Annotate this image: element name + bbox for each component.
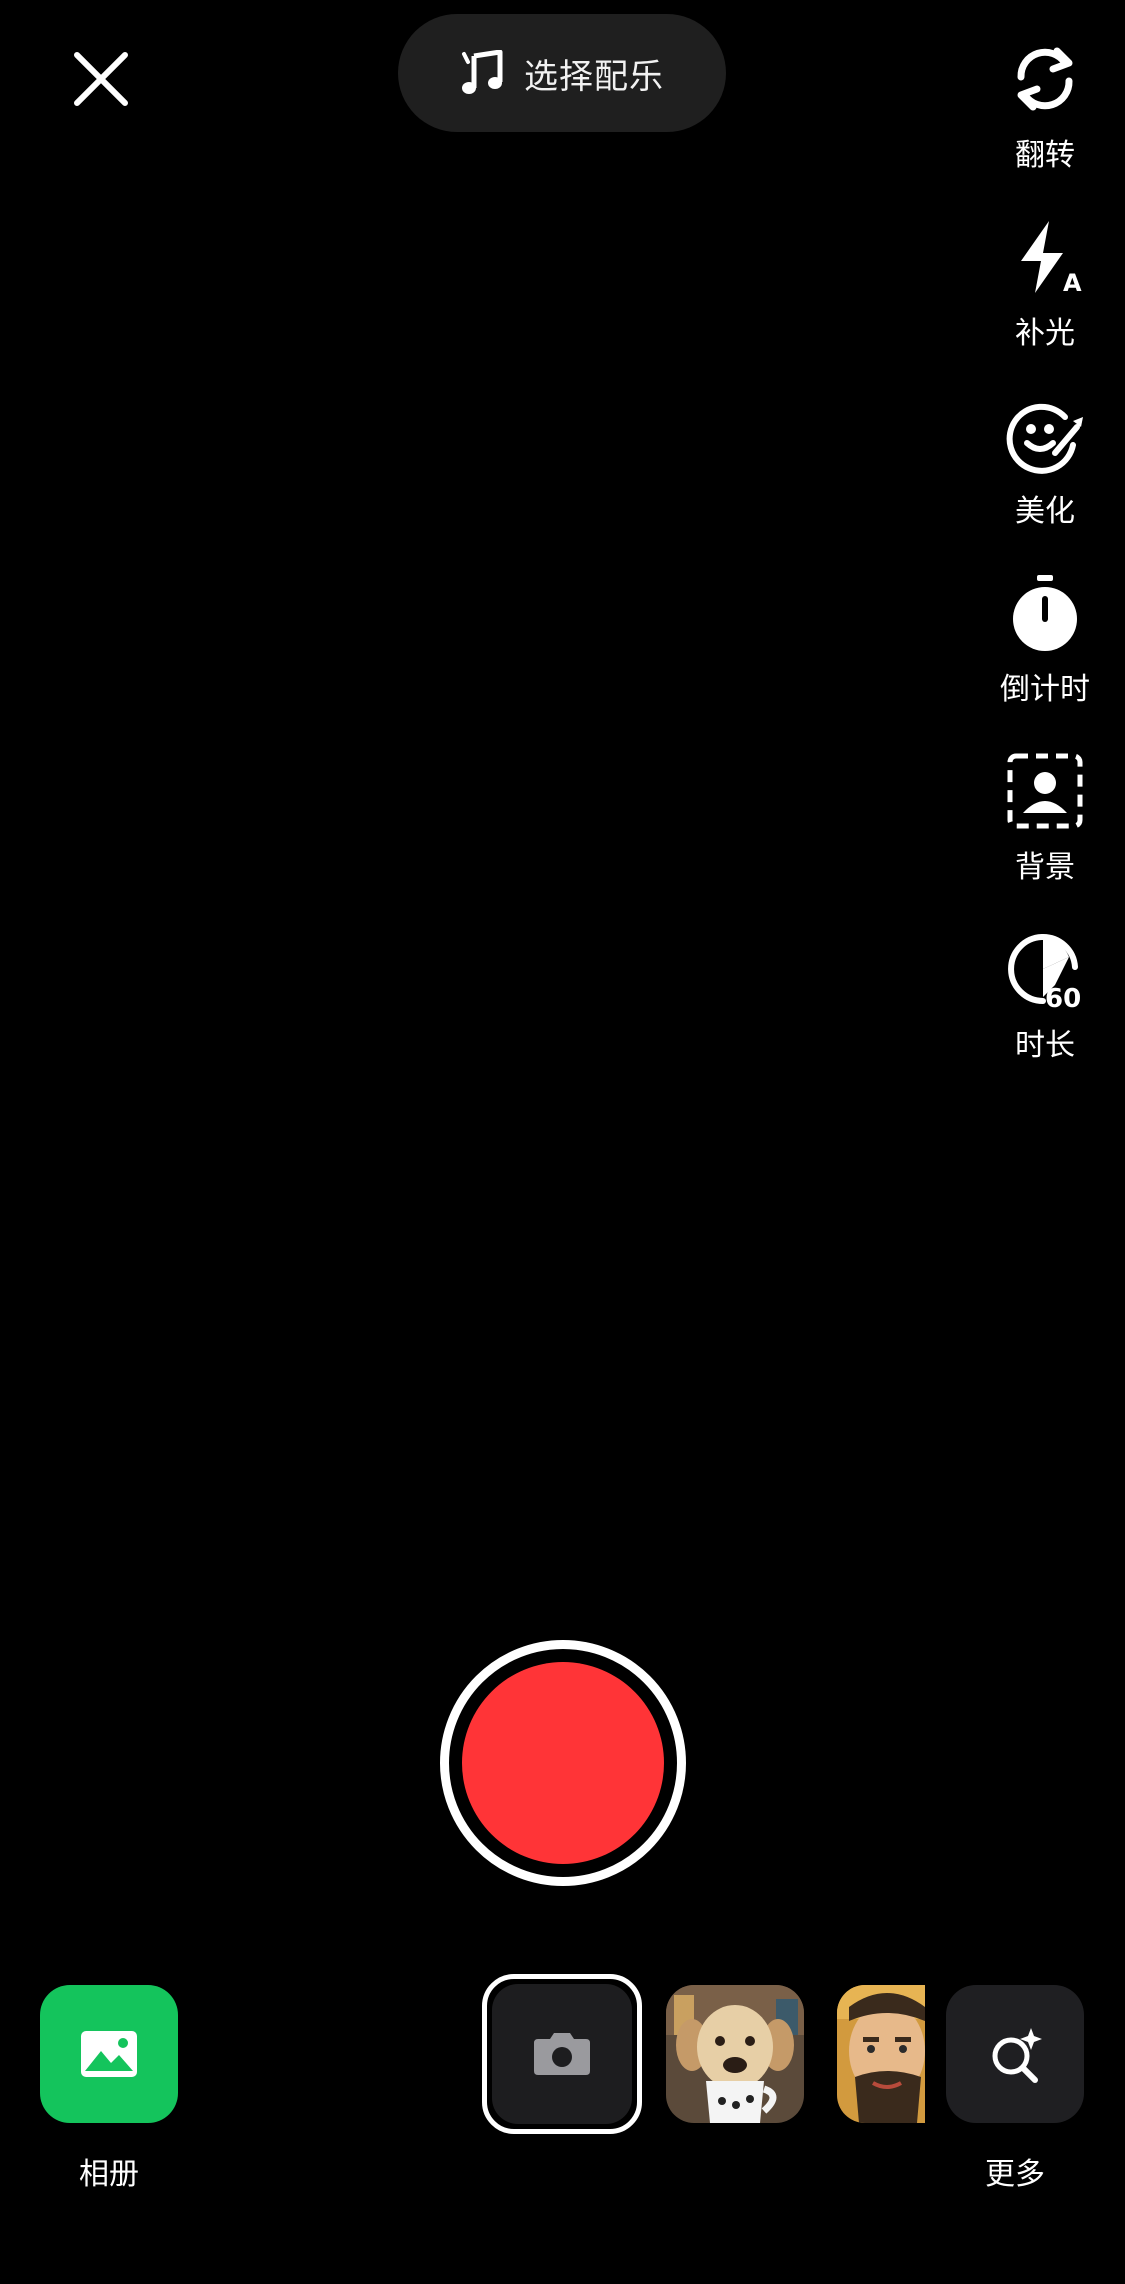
close-icon: [74, 52, 128, 106]
tool-background-label: 背景: [1015, 850, 1075, 885]
dog-effect-image: [666, 1985, 804, 2123]
record-button[interactable]: [440, 1640, 686, 1886]
search-sparkle-icon: [992, 2028, 1042, 2083]
background-icon: [1007, 753, 1083, 829]
effect-dog-thumbnail[interactable]: [666, 1985, 804, 2123]
duration-badge: 60: [1045, 984, 1081, 1011]
tool-timer-label: 倒计时: [1000, 672, 1090, 707]
tool-flip[interactable]: 翻转: [987, 36, 1103, 174]
beautify-icon: [1006, 403, 1083, 474]
more-effects-button[interactable]: 更多: [946, 1985, 1084, 2193]
close-button[interactable]: [62, 40, 140, 118]
tool-flash[interactable]: A 补光: [987, 214, 1103, 352]
duration-60-icon: 60: [1008, 934, 1081, 1011]
album-button[interactable]: 相册: [40, 1985, 178, 2193]
more-tile: [946, 1985, 1084, 2123]
flip-camera-icon: [1017, 47, 1073, 111]
avatar-effect-image: [837, 1985, 925, 2123]
album-tile: [40, 1985, 178, 2123]
select-music-label: 选择配乐: [524, 56, 664, 97]
tool-flip-label: 翻转: [1015, 138, 1075, 173]
tool-duration-label: 时长: [1015, 1028, 1075, 1063]
gallery-icon: [81, 2031, 137, 2077]
flash-auto-icon: A: [1021, 221, 1082, 297]
record-dot: [462, 1662, 664, 1864]
tool-duration[interactable]: 60 时长: [987, 926, 1103, 1064]
effect-avatar-thumbnail[interactable]: [837, 1985, 925, 2123]
music-note-icon: [462, 50, 503, 94]
tool-beautify-label: 美化: [1015, 494, 1075, 529]
select-music-button[interactable]: 选择配乐: [398, 14, 726, 132]
album-label: 相册: [79, 2157, 139, 2192]
effect-none-camera[interactable]: [482, 1974, 642, 2134]
tool-timer[interactable]: 倒计时: [987, 570, 1103, 708]
more-label: 更多: [985, 2157, 1045, 2192]
tool-flash-label: 补光: [1015, 316, 1075, 351]
camera-icon: [534, 2033, 590, 2075]
tool-background[interactable]: 背景: [987, 748, 1103, 886]
svg-text:A: A: [1063, 269, 1082, 297]
tool-beautify[interactable]: 美化: [987, 392, 1103, 530]
timer-icon: [1013, 575, 1077, 651]
